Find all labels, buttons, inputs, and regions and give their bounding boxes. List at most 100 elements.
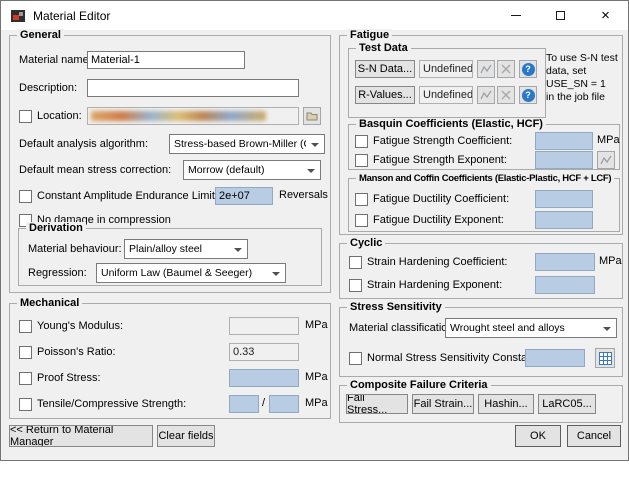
tensile-compressive-strength-label: Tensile/Compressive Strength: — [37, 398, 187, 410]
mpa-unit-label: MPa — [597, 134, 620, 146]
constant-amplitude-endurance-limit-checkbox[interactable] — [19, 189, 32, 203]
tensile-strength-input-2[interactable] — [269, 395, 299, 413]
sn-help-button[interactable]: ? — [519, 60, 537, 78]
fatigue-group-title: Fatigue — [347, 29, 393, 42]
nssc-calculator-button[interactable] — [595, 348, 615, 368]
strain-hardening-coefficient-row: Strain Hardening Coefficient: MPa — [349, 252, 622, 272]
sn-data-value-field: Undefined — [419, 60, 473, 78]
regression-row: Regression: Uniform Law (Baumel & Seeger… — [28, 263, 316, 283]
manson-coffin-group-title: Manson and Coffin Coefficients (Elastic-… — [356, 172, 615, 185]
sn-data-button[interactable]: S-N Data... — [355, 60, 415, 78]
fatigue-strength-coefficient-input[interactable] — [535, 132, 593, 150]
x-icon — [501, 64, 511, 74]
x-icon — [501, 90, 511, 100]
close-icon: × — [601, 7, 610, 24]
help-icon: ? — [521, 88, 535, 102]
strain-hardening-exponent-label: Strain Hardening Exponent: — [367, 279, 503, 291]
fatigue-ductility-coefficient-label: Fatigue Ductility Coefficient: — [373, 193, 510, 205]
strain-hardening-exponent-checkbox[interactable] — [349, 278, 362, 292]
fatigue-group: Fatigue Test Data S-N Data... Undefined … — [339, 29, 623, 235]
r-help-button[interactable]: ? — [519, 86, 537, 104]
cyclic-group: Cyclic Strain Hardening Coefficient: MPa… — [339, 237, 623, 299]
ok-button[interactable]: OK — [515, 425, 561, 447]
poissons-ratio-row: Poisson's Ratio: 0.33 — [19, 342, 325, 362]
minimize-button[interactable] — [493, 1, 538, 30]
larc05-button[interactable]: LaRC05... — [538, 394, 596, 414]
folder-icon — [306, 112, 318, 121]
strain-hardening-coefficient-input[interactable] — [535, 253, 595, 271]
chevron-down-icon — [603, 327, 611, 331]
proof-stress-input[interactable] — [229, 369, 299, 387]
poissons-ratio-checkbox[interactable] — [19, 345, 32, 359]
fatigue-ductility-coefficient-checkbox[interactable] — [355, 192, 368, 206]
default-analysis-algorithm-label: Default analysis algorithm: — [19, 138, 149, 150]
maximize-button[interactable] — [538, 1, 583, 30]
clear-fields-button[interactable]: Clear fields — [157, 425, 215, 447]
fatigue-ductility-coefficient-input[interactable] — [535, 190, 593, 208]
fatigue-strength-exponent-row: Fatigue Strength Exponent: — [355, 150, 617, 170]
sn-note-text: To use S-N test data, set USE_SN = 1 in … — [546, 52, 618, 103]
chevron-down-icon — [311, 143, 319, 147]
fatigue-strength-coefficient-checkbox[interactable] — [355, 134, 368, 148]
close-button[interactable]: × — [583, 1, 628, 30]
tensile-strength-input-1[interactable] — [229, 395, 259, 413]
cancel-button[interactable]: Cancel — [567, 425, 621, 447]
default-analysis-algorithm-value: Stress-based Brown-Miller (CP) — [174, 138, 306, 150]
normal-stress-sensitivity-constant-checkbox[interactable] — [349, 351, 362, 365]
fatigue-ductility-exponent-input[interactable] — [535, 211, 593, 229]
default-analysis-algorithm-select[interactable]: Stress-based Brown-Miller (CP) — [169, 134, 325, 154]
location-row: Location: — [19, 106, 325, 126]
endurance-limit-input[interactable]: 2e+07 — [215, 187, 273, 205]
general-group-title: General — [17, 29, 64, 42]
strain-hardening-exponent-input[interactable] — [535, 276, 595, 294]
fatigue-strength-exponent-label: Fatigue Strength Exponent: — [373, 154, 507, 166]
manson-coffin-group: Manson and Coffin Coefficients (Elastic-… — [348, 172, 620, 232]
mean-stress-row: Default mean stress correction: Morrow (… — [19, 160, 325, 180]
material-behaviour-row: Material behaviour: Plain/alloy steel — [28, 239, 316, 259]
youngs-modulus-input — [229, 317, 299, 335]
fatigue-strength-exponent-input[interactable] — [535, 151, 593, 169]
reversals-unit-label: Reversals — [279, 189, 328, 201]
material-behaviour-select[interactable]: Plain/alloy steel — [124, 239, 248, 259]
fatigue-strength-exponent-plot-button — [597, 151, 615, 169]
location-browse-button — [303, 107, 321, 125]
fatigue-strength-exponent-checkbox[interactable] — [355, 153, 368, 167]
description-input[interactable] — [87, 79, 299, 97]
youngs-modulus-checkbox[interactable] — [19, 319, 32, 333]
endurance-limit-row: Constant Amplitude Endurance Limit: 2e+0… — [19, 186, 328, 206]
mechanical-group-title: Mechanical — [17, 297, 83, 310]
default-mean-stress-correction-select[interactable]: Morrow (default) — [183, 160, 321, 180]
strain-hardening-coefficient-checkbox[interactable] — [349, 255, 362, 269]
hashin-button[interactable]: Hashin... — [478, 394, 534, 414]
fail-stress-button[interactable]: Fail Stress... — [346, 394, 408, 414]
tensile-compressive-strength-checkbox[interactable] — [19, 397, 32, 411]
analysis-algorithm-row: Default analysis algorithm: Stress-based… — [19, 134, 325, 154]
r-values-button[interactable]: R-Values... — [355, 86, 415, 104]
material-editor-dialog: Material Editor × General Material name:… — [0, 0, 629, 461]
r-clear-button — [497, 86, 515, 104]
material-classification-label: Material classification: — [349, 322, 457, 334]
normal-stress-sensitivity-constant-input[interactable] — [525, 349, 585, 367]
normal-stress-sensitivity-constant-label: Normal Stress Sensitivity Constant: — [367, 352, 540, 364]
r-values-value-field: Undefined — [419, 86, 473, 104]
plot-icon — [480, 90, 492, 100]
location-checkbox[interactable] — [19, 109, 32, 123]
strain-hardening-exponent-row: Strain Hardening Exponent: — [349, 275, 617, 295]
proof-stress-checkbox[interactable] — [19, 371, 32, 385]
derivation-group: Derivation Material behaviour: Plain/all… — [18, 222, 322, 286]
material-name-input[interactable]: Material-1 — [87, 51, 245, 69]
window-controls: × — [493, 1, 628, 30]
mpa-unit-label: MPa — [599, 255, 622, 267]
material-classification-value: Wrought steel and alloys — [450, 322, 565, 334]
return-to-material-manager-button[interactable]: << Return to Material Manager — [9, 425, 153, 447]
regression-select[interactable]: Uniform Law (Baumel & Seeger) — [96, 263, 286, 283]
fail-strain-button[interactable]: Fail Strain... — [412, 394, 474, 414]
fatigue-ductility-exponent-checkbox[interactable] — [355, 213, 368, 227]
regression-value: Uniform Law (Baumel & Seeger) — [101, 267, 253, 279]
strain-hardening-coefficient-label: Strain Hardening Coefficient: — [367, 256, 508, 268]
material-classification-select[interactable]: Wrought steel and alloys — [445, 318, 617, 338]
description-row: Description: — [19, 78, 325, 98]
r-plot-button — [477, 86, 495, 104]
derivation-group-title: Derivation — [26, 222, 86, 235]
separator-label: / — [262, 397, 266, 409]
